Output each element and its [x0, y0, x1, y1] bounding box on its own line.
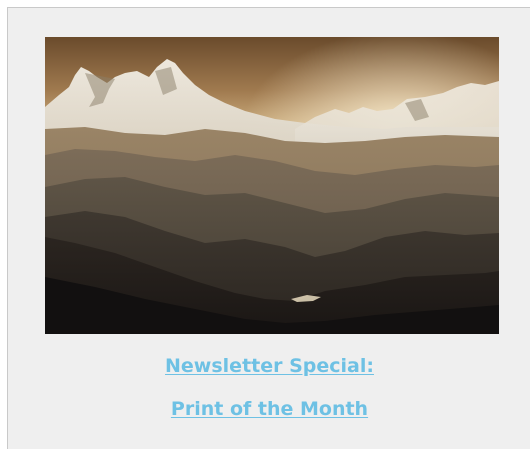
newsletter-headline-line-1: Newsletter Special: [8, 354, 530, 378]
newsletter-special-link[interactable]: Newsletter Special: [165, 355, 374, 377]
mountain-landscape-image [45, 37, 499, 334]
newsletter-card: Newsletter Special: Print of the Month [7, 7, 530, 449]
print-of-the-month-link[interactable]: Print of the Month [171, 398, 368, 420]
print-of-the-month-photo-link[interactable] [45, 37, 499, 334]
newsletter-headline-line-2: Print of the Month [8, 397, 530, 421]
